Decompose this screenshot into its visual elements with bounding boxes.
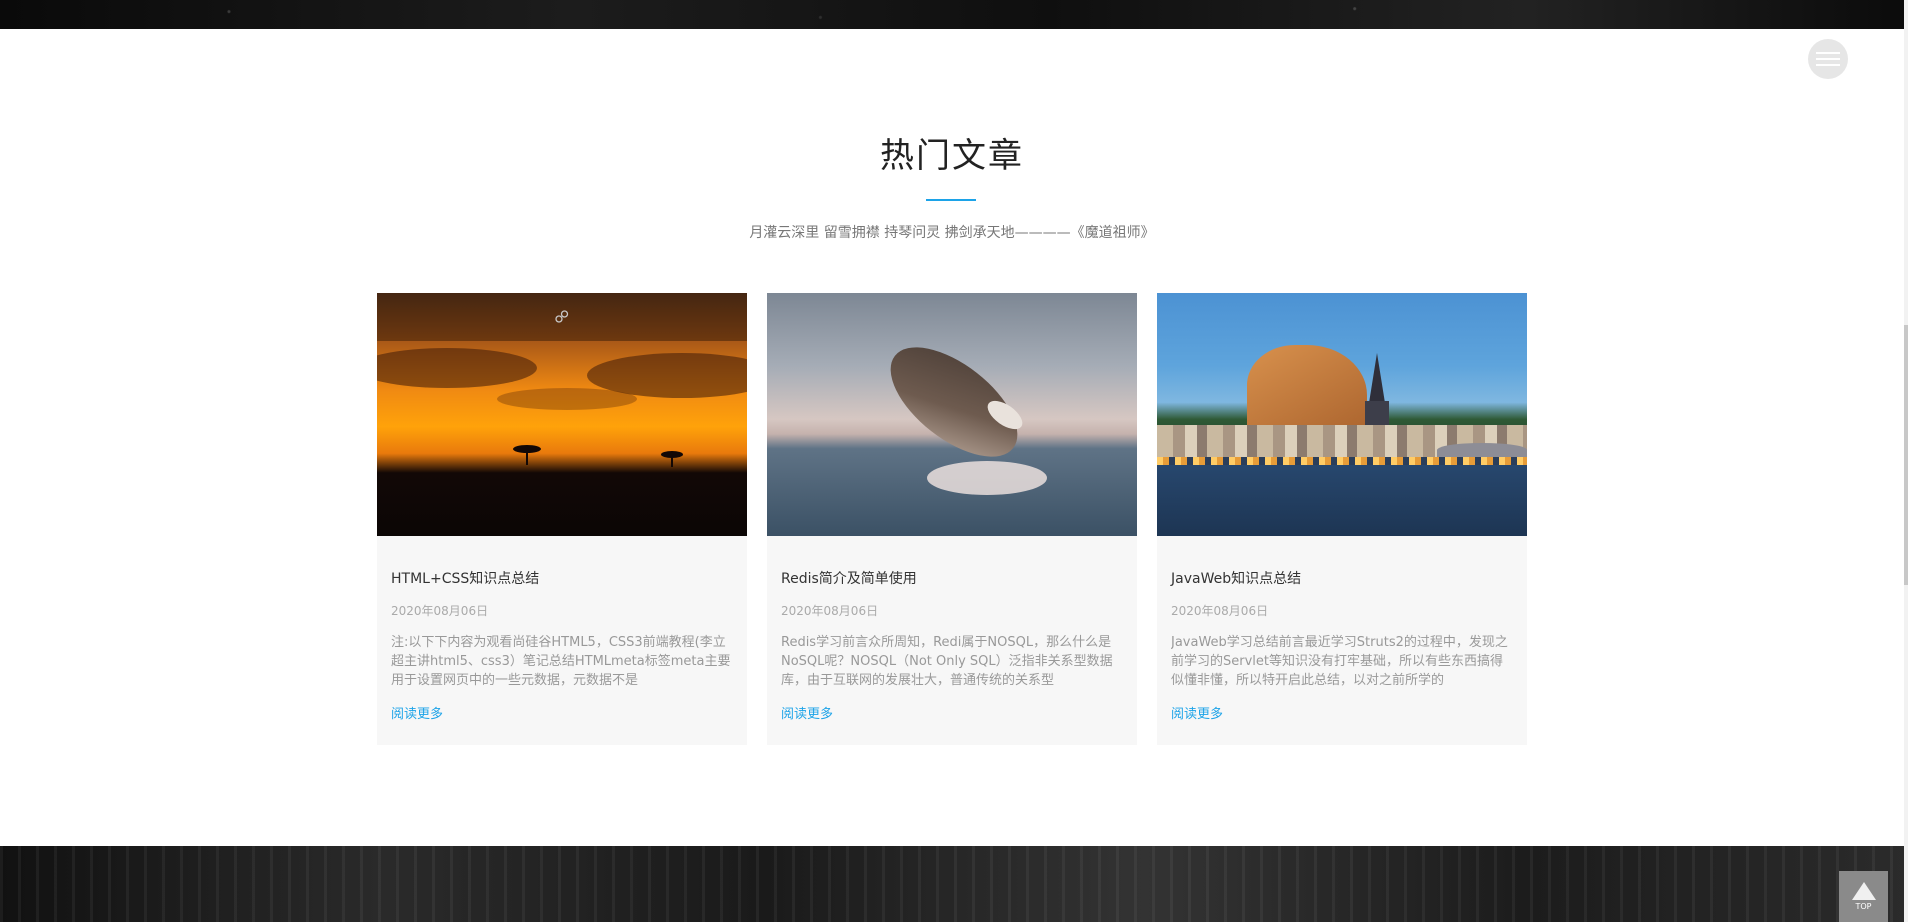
scrollbar-thumb[interactable] — [1904, 325, 1908, 585]
section-subtitle: 月灌云深里 留雪拥襟 持琴问灵 拂剑承天地————《魔道祖师》 — [749, 225, 1155, 241]
read-more-link[interactable]: 阅读更多 — [391, 703, 733, 722]
article-date: 2020年08月06日 — [391, 604, 489, 618]
article-excerpt: Redis学习前言众所周知，Redi属于NOSQL，那么什么是NoSQL呢？NO… — [781, 635, 1113, 688]
whale-shape — [872, 326, 1036, 478]
link-icon[interactable] — [554, 309, 570, 325]
article-card[interactable]: Redis简介及简单使用 2020年08月06日 Redis学习前言众所周知，R… — [767, 293, 1137, 745]
footer-background-strip — [0, 846, 1908, 922]
article-date: 2020年08月06日 — [781, 604, 879, 618]
back-to-top-button[interactable]: TOP — [1839, 871, 1888, 922]
section-title: 热门文章 — [880, 136, 1024, 176]
article-date: 2020年08月06日 — [1171, 604, 1269, 618]
article-title[interactable]: Redis简介及简单使用 — [781, 568, 1123, 588]
article-title[interactable]: JavaWeb知识点总结 — [1171, 568, 1513, 588]
article-thumbnail[interactable] — [767, 293, 1137, 536]
page-scrollbar[interactable] — [1904, 0, 1908, 922]
read-more-link[interactable]: 阅读更多 — [1171, 703, 1513, 722]
article-thumbnail[interactable] — [1157, 293, 1527, 536]
article-excerpt: JavaWeb学习总结前言最近学习Struts2的过程中，发现之前学习的Serv… — [1171, 635, 1508, 688]
article-thumbnail[interactable] — [377, 293, 747, 536]
header-background-strip — [0, 0, 1908, 29]
article-excerpt: 注:以下下内容为观看尚硅谷HTML5，CSS3前端教程(李立超主讲html5、c… — [391, 635, 731, 688]
read-more-link[interactable]: 阅读更多 — [781, 703, 1123, 722]
article-title[interactable]: HTML+CSS知识点总结 — [391, 568, 733, 588]
back-to-top-label: TOP — [1855, 902, 1872, 911]
hamburger-icon — [1816, 52, 1840, 66]
menu-button[interactable] — [1808, 39, 1848, 79]
title-underline — [926, 199, 976, 201]
article-card[interactable]: HTML+CSS知识点总结 2020年08月06日 注:以下下内容为观看尚硅谷H… — [377, 293, 747, 745]
arrow-up-icon — [1851, 882, 1876, 900]
article-card[interactable]: JavaWeb知识点总结 2020年08月06日 JavaWeb学习总结前言最近… — [1157, 293, 1527, 745]
